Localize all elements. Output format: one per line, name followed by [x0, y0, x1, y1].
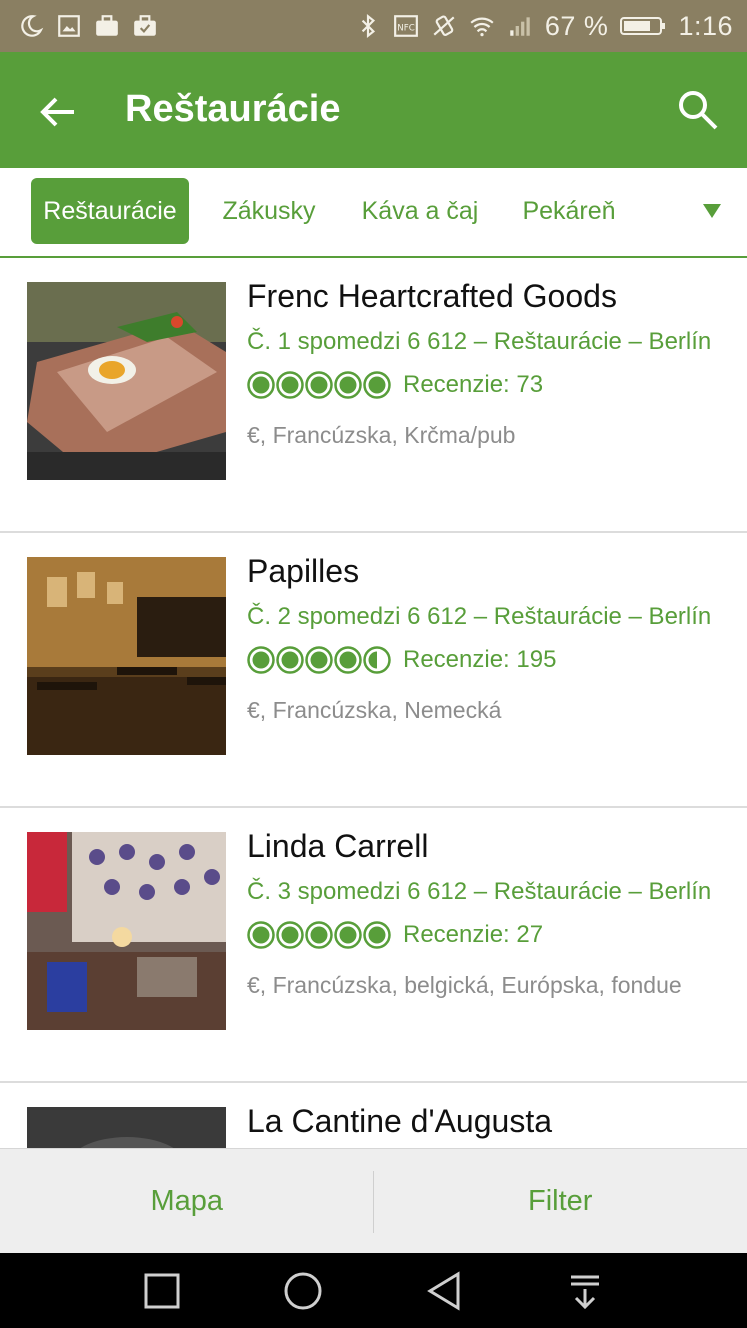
restaurant-photo: [27, 557, 226, 755]
rating-bubble-full: [247, 921, 275, 949]
review-count: Recenzie: 27: [403, 921, 544, 948]
arrow-left-icon: [40, 97, 74, 127]
restaurant-rank: Č. 2 spomedzi 6 612 – Reštaurácie – Berl…: [247, 603, 712, 630]
rating-bubble-full: [305, 371, 333, 399]
back-nav-button[interactable]: [424, 1271, 464, 1311]
bluetooth-icon: [355, 13, 381, 39]
rating-bubble-full: [276, 371, 304, 399]
signal-icon: [507, 13, 533, 39]
rating-bubble-full: [363, 371, 391, 399]
tab-desserts[interactable]: Zákusky: [210, 178, 328, 244]
rating-bubble-full: [305, 646, 333, 674]
page-title: Reštaurácie: [125, 88, 341, 130]
battery-percent: 67 %: [544, 10, 609, 41]
restaurant-name: Frenc Heartcrafted Goods: [247, 278, 617, 314]
back-button[interactable]: [36, 90, 80, 134]
briefcase-icon: [94, 13, 120, 39]
bottom-divider: [373, 1171, 374, 1233]
rating-bubble-full: [334, 921, 362, 949]
rating-bubble-full: [276, 646, 304, 674]
restaurant-photo: [27, 282, 226, 480]
status-right: NFC 67 % 1:16: [355, 11, 733, 42]
category-tabs: Reštaurácie Zákusky Káva a čaj Pekáreň: [0, 168, 747, 258]
rating-bubble-full: [363, 921, 391, 949]
filter-button[interactable]: Filter: [374, 1149, 747, 1253]
svg-text:NFC: NFC: [397, 23, 415, 33]
briefcase-check-icon: [132, 13, 158, 39]
map-button[interactable]: Mapa: [0, 1149, 374, 1253]
rating-bubbles: [247, 646, 391, 674]
restaurant-tags: €, Francúzska, Krčma/pub: [247, 422, 516, 448]
tab-restaurants[interactable]: Reštaurácie: [31, 178, 189, 244]
tabs-more-button[interactable]: [700, 198, 724, 222]
status-bar: NFC 67 % 1:16: [0, 0, 747, 52]
restaurant-tags: €, Francúzska, Nemecká: [247, 697, 502, 723]
restaurant-photo: [27, 1107, 226, 1148]
list-item[interactable]: La Cantine d'Augusta: [0, 1083, 747, 1148]
rating-bubble-half: [363, 646, 391, 674]
status-left: [18, 13, 158, 39]
triangle-back-icon: [427, 1271, 460, 1311]
restaurant-name: La Cantine d'Augusta: [247, 1103, 552, 1139]
notification-pull-icon: [571, 1275, 599, 1310]
rating-row: Recenzie: 195: [247, 645, 556, 675]
wifi-icon: [469, 13, 495, 39]
tab-coffee-tea[interactable]: Káva a čaj: [350, 178, 490, 244]
review-count: Recenzie: 73: [403, 371, 544, 398]
rating-bubble-full: [334, 646, 362, 674]
notification-pull-button[interactable]: [565, 1271, 605, 1311]
restaurant-rank: Č. 1 spomedzi 6 612 – Reštaurácie – Berl…: [247, 328, 712, 355]
rating-bubbles: [247, 371, 391, 399]
vibrate-icon: [431, 13, 457, 39]
bottom-action-bar: Mapa Filter: [0, 1148, 747, 1253]
moon-icon: [18, 13, 44, 39]
restaurant-name: Papilles: [247, 553, 360, 589]
rating-bubble-full: [247, 646, 275, 674]
restaurant-rank: Č. 3 spomedzi 6 612 – Reštaurácie – Berl…: [247, 878, 712, 905]
restaurant-list: Frenc Heartcrafted Goods Č. 1 spomedzi 6…: [0, 258, 747, 1148]
restaurant-tags: €, Francúzska, belgická, Európska, fondu…: [247, 972, 682, 998]
battery-icon: [620, 13, 666, 39]
list-item[interactable]: Papilles Č. 2 spomedzi 6 612 – Reštaurác…: [0, 533, 747, 808]
tab-bakery[interactable]: Pekáreň: [510, 178, 628, 244]
home-button[interactable]: [283, 1271, 323, 1311]
rating-bubble-full: [305, 921, 333, 949]
circle-icon: [284, 1272, 322, 1310]
square-icon: [144, 1273, 180, 1309]
triangle-down-icon: [703, 204, 721, 218]
recents-button[interactable]: [142, 1271, 182, 1311]
rating-row: Recenzie: 27: [247, 920, 543, 950]
restaurant-photo: [27, 832, 226, 1030]
system-nav-bar: [0, 1253, 747, 1328]
rating-bubble-full: [334, 371, 362, 399]
list-item[interactable]: Frenc Heartcrafted Goods Č. 1 spomedzi 6…: [0, 258, 747, 533]
nfc-icon: NFC: [393, 13, 419, 39]
clock: 1:16: [678, 10, 733, 41]
rating-bubble-full: [276, 921, 304, 949]
search-icon: [679, 91, 718, 130]
image-icon: [56, 13, 82, 39]
review-count: Recenzie: 195: [403, 646, 557, 673]
app-bar: Reštaurácie: [0, 52, 747, 168]
rating-row: Recenzie: 73: [247, 370, 543, 400]
search-button[interactable]: [676, 88, 720, 132]
rating-bubbles: [247, 921, 391, 949]
list-item[interactable]: Linda Carrell Č. 3 spomedzi 6 612 – Rešt…: [0, 808, 747, 1083]
rating-bubble-full: [247, 371, 275, 399]
restaurant-name: Linda Carrell: [247, 828, 429, 864]
